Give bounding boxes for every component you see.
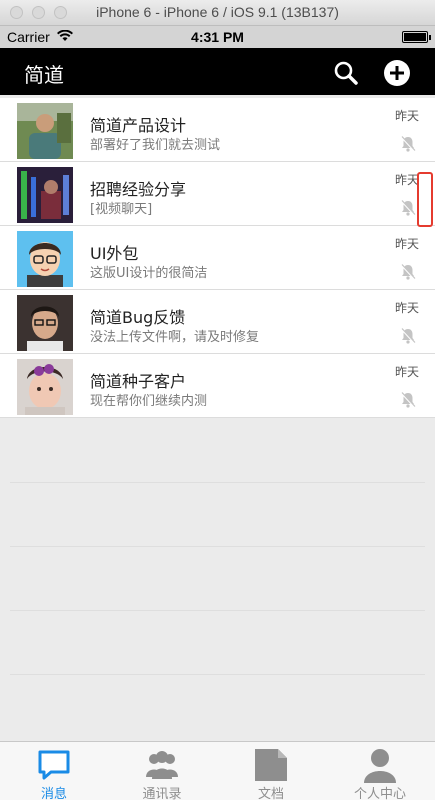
conversation-time: 昨天 <box>394 365 419 379</box>
tab-label: 消息 <box>40 787 67 800</box>
conversation-title: 招聘经验分享 <box>90 180 187 199</box>
plus-circle-icon[interactable] <box>383 59 411 87</box>
avatar <box>17 167 73 223</box>
navigation-bar: 简道 <box>0 48 435 95</box>
bell-muted-icon <box>400 392 416 408</box>
tab-label: 文档 <box>257 787 284 800</box>
tab-bar: 消息 通讯录 文档 个人中心 <box>0 741 435 800</box>
window-title: iPhone 6 - iPhone 6 / iOS 9.1 (13B137) <box>96 4 339 20</box>
scroll-indicator-highlight <box>417 172 433 227</box>
conversation-preview: 没法上传文件啊，请及时修复 <box>90 330 260 345</box>
person-icon <box>364 749 396 783</box>
conversation-preview: 这版UI设计的很简洁 <box>90 266 208 281</box>
divider <box>10 674 425 675</box>
conversation-title: UI外包 <box>90 244 139 263</box>
status-bar: Carrier 4:31 PM <box>0 26 435 48</box>
conversation-title: 简道种子客户 <box>90 372 187 391</box>
tab-profile[interactable]: 个人中心 <box>326 742 434 800</box>
conversation-time: 昨天 <box>394 109 419 123</box>
conversation-preview: 现在帮你们继续内测 <box>90 394 208 409</box>
avatar <box>17 103 73 159</box>
conversation-row[interactable]: 简道Bug反馈 没法上传文件啊，请及时修复 昨天 <box>0 290 435 354</box>
simulator-title-bar: iPhone 6 - iPhone 6 / iOS 9.1 (13B137) <box>0 0 435 26</box>
conversation-row[interactable]: 简道产品设计 部署好了我们就去测试 昨天 <box>0 98 435 162</box>
conversation-time: 昨天 <box>394 301 419 315</box>
divider <box>10 546 425 547</box>
bell-muted-icon <box>400 328 416 344</box>
tab-messages[interactable]: 消息 <box>0 742 108 800</box>
conversation-row[interactable]: UI外包 这版UI设计的很简洁 昨天 <box>0 226 435 290</box>
bell-muted-icon <box>400 200 416 216</box>
avatar <box>17 231 73 287</box>
conversation-title: 简道Bug反馈 <box>90 308 186 327</box>
conversation-time: 昨天 <box>394 237 419 251</box>
tab-label: 通讯录 <box>142 787 182 800</box>
conversation-title: 简道产品设计 <box>90 116 187 135</box>
bell-muted-icon <box>400 136 416 152</box>
conversation-row[interactable]: 简道种子客户 现在帮你们继续内测 昨天 <box>0 354 435 418</box>
simulator-window: iPhone 6 - iPhone 6 / iOS 9.1 (13B137) C… <box>0 0 435 800</box>
conversation-preview: 部署好了我们就去测试 <box>90 138 221 153</box>
divider <box>10 610 425 611</box>
conversation-list: 简道产品设计 部署好了我们就去测试 昨天 招聘经验分享 [视频聊天] 昨天 UI… <box>0 98 435 418</box>
tab-documents[interactable]: 文档 <box>217 742 325 800</box>
document-icon <box>255 749 287 781</box>
contacts-icon <box>146 751 178 779</box>
bell-muted-icon <box>400 264 416 280</box>
tab-contacts[interactable]: 通讯录 <box>108 742 216 800</box>
conversation-row[interactable]: 招聘经验分享 [视频聊天] 昨天 <box>0 162 435 226</box>
status-time: 4:31 PM <box>191 29 244 45</box>
search-icon[interactable] <box>333 60 359 86</box>
conversation-time: 昨天 <box>394 173 419 187</box>
chat-bubble-icon <box>38 750 70 780</box>
divider <box>10 482 425 483</box>
tab-label: 个人中心 <box>353 787 406 800</box>
battery-icon <box>402 31 431 43</box>
avatar <box>17 359 73 415</box>
avatar <box>17 295 73 351</box>
nav-title: 简道 <box>24 63 64 87</box>
conversation-preview: [视频聊天] <box>90 202 153 217</box>
